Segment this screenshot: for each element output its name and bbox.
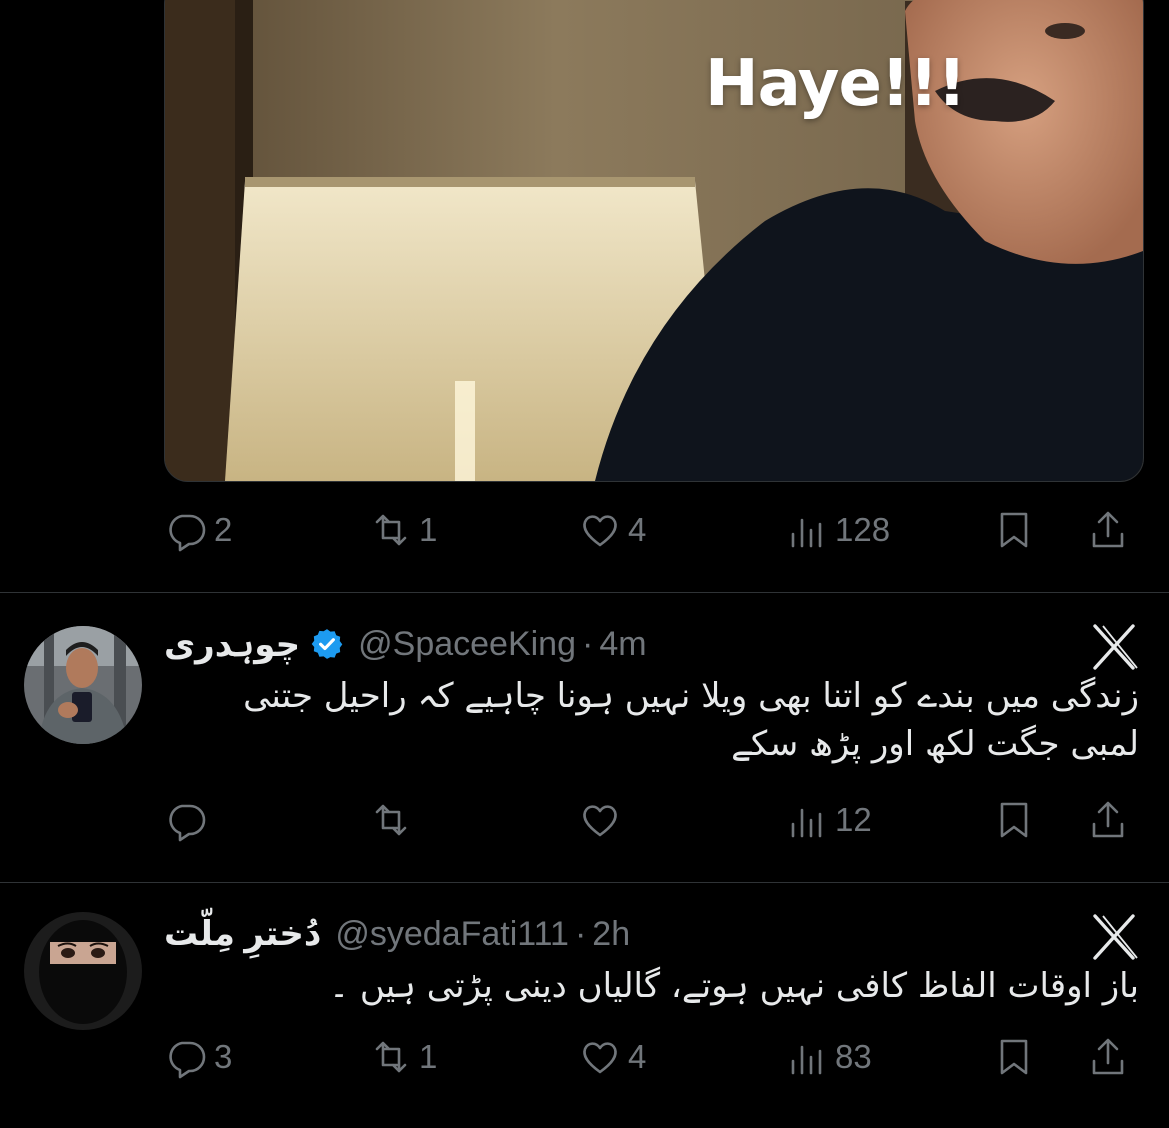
share-icon xyxy=(1092,1038,1124,1075)
like-icon xyxy=(583,1042,617,1074)
like-icon xyxy=(583,805,617,837)
repost-count: 1 xyxy=(419,1038,438,1075)
reply-icon xyxy=(169,514,206,552)
like-icon xyxy=(583,515,617,547)
display-name[interactable]: چوہدری xyxy=(164,624,300,665)
bookmark-icon xyxy=(1000,802,1028,838)
tweet3-action-bar: 3 1 4 83 xyxy=(164,1032,1144,1082)
views-button[interactable]: 128 xyxy=(785,505,890,555)
reply-count: 3 xyxy=(214,1038,233,1075)
reply-icon xyxy=(169,804,206,842)
like-button[interactable]: 4 xyxy=(578,1032,646,1082)
avatar-photo xyxy=(24,626,142,744)
reply-button[interactable]: 3 xyxy=(164,1032,232,1082)
divider xyxy=(0,882,1169,883)
share-icon xyxy=(1092,801,1124,838)
avatar[interactable] xyxy=(24,626,142,744)
like-count: 4 xyxy=(628,1038,647,1075)
divider xyxy=(0,592,1169,593)
like-button[interactable]: 4 xyxy=(578,505,646,555)
views-icon xyxy=(791,808,822,838)
repost-icon xyxy=(375,514,407,546)
views-icon xyxy=(791,1045,822,1075)
avatar-photo xyxy=(24,912,142,1030)
tweet3-text: باز اوقات الفاظ کافی نہیں ہوتے، گالیاں د… xyxy=(329,966,1139,1006)
reply-button[interactable] xyxy=(164,795,214,845)
repost-icon xyxy=(375,1041,407,1073)
display-name[interactable]: دُخترِ مِلّت xyxy=(164,914,321,954)
avatar[interactable] xyxy=(24,912,142,1030)
share-icon xyxy=(1092,511,1124,548)
timestamp[interactable]: 4m xyxy=(599,625,646,664)
repost-count: 1 xyxy=(419,511,438,548)
reply-button[interactable]: 2 xyxy=(164,505,232,555)
separator: · xyxy=(582,624,594,663)
separator: · xyxy=(574,914,587,953)
verified-badge-icon xyxy=(311,629,343,659)
views-button[interactable]: 12 xyxy=(785,795,872,845)
repost-button[interactable]: 1 xyxy=(369,505,437,555)
repost-icon xyxy=(375,804,407,836)
share-button[interactable] xyxy=(1086,795,1130,845)
media-caption: Haye!!! xyxy=(705,47,966,121)
views-button[interactable]: 83 xyxy=(785,1032,872,1082)
share-button[interactable] xyxy=(1086,1032,1130,1082)
reply-icon xyxy=(169,1041,206,1079)
repost-button[interactable] xyxy=(369,795,419,845)
tweet3-header: دُخترِ مِلّت @syedaFati111 · 2h xyxy=(164,912,630,956)
tweet1-action-bar: 2 1 4 128 xyxy=(164,505,1144,555)
reply-count: 2 xyxy=(214,511,233,548)
tweet2-header: چوہدری @SpaceeKing · 4m xyxy=(164,622,647,666)
bookmark-icon xyxy=(1000,512,1028,548)
tweet2-action-bar: 12 xyxy=(164,795,1144,845)
like-button[interactable] xyxy=(578,795,628,845)
bookmark-button[interactable] xyxy=(992,795,1036,845)
share-button[interactable] xyxy=(1086,505,1130,555)
views-count: 83 xyxy=(835,1038,872,1075)
tweet2-text: زندگی میں بندے کو اتنا بھی ویلا نہیں ہون… xyxy=(243,676,1139,764)
tweet1-media[interactable]: Haye!!! xyxy=(164,0,1144,482)
like-count: 4 xyxy=(628,511,647,548)
x-logo-icon[interactable] xyxy=(1089,912,1139,962)
timestamp[interactable]: 2h xyxy=(592,915,630,954)
handle[interactable]: @syedaFati111 xyxy=(335,915,569,954)
media-image xyxy=(165,0,1143,481)
bookmark-button[interactable] xyxy=(992,1032,1036,1082)
bookmark-button[interactable] xyxy=(992,505,1036,555)
views-count: 128 xyxy=(835,511,891,548)
views-icon xyxy=(791,518,822,548)
handle[interactable]: @SpaceeKing xyxy=(358,625,576,664)
views-count: 12 xyxy=(835,801,872,838)
repost-button[interactable]: 1 xyxy=(369,1032,437,1082)
bookmark-icon xyxy=(1000,1039,1028,1075)
x-logo-icon[interactable] xyxy=(1089,622,1139,672)
